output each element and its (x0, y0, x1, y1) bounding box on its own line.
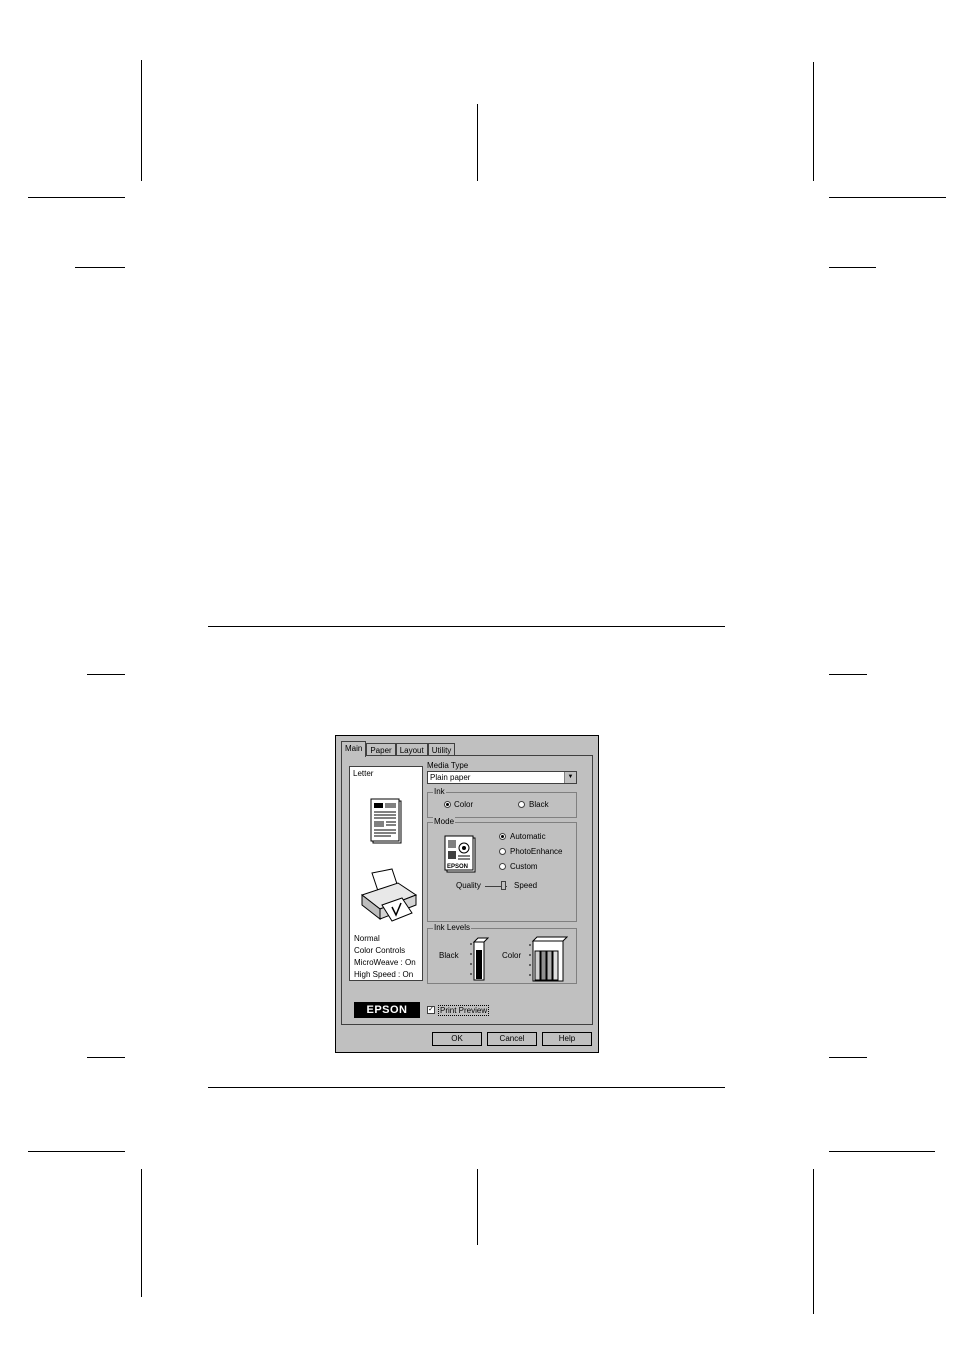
crop-mark (829, 267, 876, 268)
mode-custom-radio[interactable] (499, 863, 506, 870)
figure-rule-top (208, 626, 725, 627)
print-preview-checkbox[interactable]: ✓ (427, 1006, 435, 1014)
speed-label: Speed (514, 881, 538, 890)
print-preview-pane: Letter Normal Color Controls MicroWeave … (349, 766, 423, 981)
media-type-label: Media Type (427, 761, 469, 770)
color-ink-label: Color (502, 951, 522, 960)
setting-line: Normal (354, 934, 380, 943)
figure-rule-bottom (208, 1087, 725, 1088)
chevron-down-icon[interactable]: ▼ (564, 772, 576, 783)
mode-automatic-label[interactable]: Automatic (510, 832, 546, 841)
print-preview-label[interactable]: Print Preview (438, 1005, 490, 1016)
mode-group: Mode EPSON Automatic PhotoEnhance Custom… (427, 817, 577, 922)
ok-button[interactable]: OK (432, 1032, 482, 1046)
crop-mark (87, 674, 125, 675)
tab-bar: Main Paper Layout Utility (341, 740, 456, 757)
crop-mark (477, 104, 478, 181)
crop-mark (87, 1057, 125, 1058)
black-ink-gauge-icon (470, 937, 490, 981)
mode-photoenhance-label[interactable]: PhotoEnhance (510, 847, 563, 856)
tab-main[interactable]: Main (341, 741, 367, 757)
setting-line: High Speed : On (354, 970, 414, 979)
paper-size-label: Letter (353, 769, 374, 778)
black-ink-label: Black (439, 951, 459, 960)
help-button[interactable]: Help (542, 1032, 592, 1046)
quality-speed-slider-thumb[interactable] (501, 881, 506, 890)
media-type-value: Plain paper (430, 773, 471, 782)
crop-mark (829, 197, 946, 198)
printer-settings-dialog: Main Paper Layout Utility Letter Normal … (335, 735, 599, 1053)
crop-mark (28, 197, 125, 198)
main-tab-panel: Letter Normal Color Controls MicroWeave … (341, 755, 593, 1025)
crop-mark (813, 62, 814, 181)
document-icon (370, 798, 402, 844)
mode-photoenhance-radio[interactable] (499, 848, 506, 855)
media-type-select[interactable]: Plain paper ▼ (427, 771, 577, 784)
ink-levels-title: Ink Levels (433, 923, 472, 932)
mode-custom-label[interactable]: Custom (510, 862, 538, 871)
epson-logo: EPSON (354, 1002, 420, 1018)
ink-group: Ink Color Black (427, 787, 577, 818)
ink-color-radio[interactable] (444, 801, 451, 808)
crop-mark (75, 267, 125, 268)
photo-mode-icon-text: EPSON (447, 864, 469, 870)
crop-mark (829, 674, 867, 675)
crop-mark (829, 1057, 867, 1058)
ink-black-label[interactable]: Black (529, 800, 549, 809)
quality-label: Quality (456, 881, 481, 890)
ink-group-title: Ink (433, 787, 446, 796)
ink-levels-group: Ink Levels Black Color (427, 923, 577, 984)
print-settings-summary: Normal Color Controls MicroWeave : On Hi… (354, 933, 416, 981)
crop-mark (28, 1151, 125, 1152)
crop-mark (829, 1151, 935, 1152)
printer-icon (360, 868, 418, 922)
setting-line: MicroWeave : On (354, 958, 416, 967)
crop-mark (813, 1169, 814, 1314)
ink-black-radio[interactable] (518, 801, 525, 808)
mode-group-title: Mode (433, 817, 456, 826)
crop-mark (477, 1169, 478, 1245)
crop-mark (141, 1169, 142, 1297)
mode-automatic-radio[interactable] (499, 833, 506, 840)
ink-color-label[interactable]: Color (454, 800, 473, 809)
setting-line: Color Controls (354, 946, 406, 955)
crop-mark (141, 60, 142, 181)
cancel-button[interactable]: Cancel (487, 1032, 537, 1046)
color-ink-gauge-icon (529, 936, 568, 982)
